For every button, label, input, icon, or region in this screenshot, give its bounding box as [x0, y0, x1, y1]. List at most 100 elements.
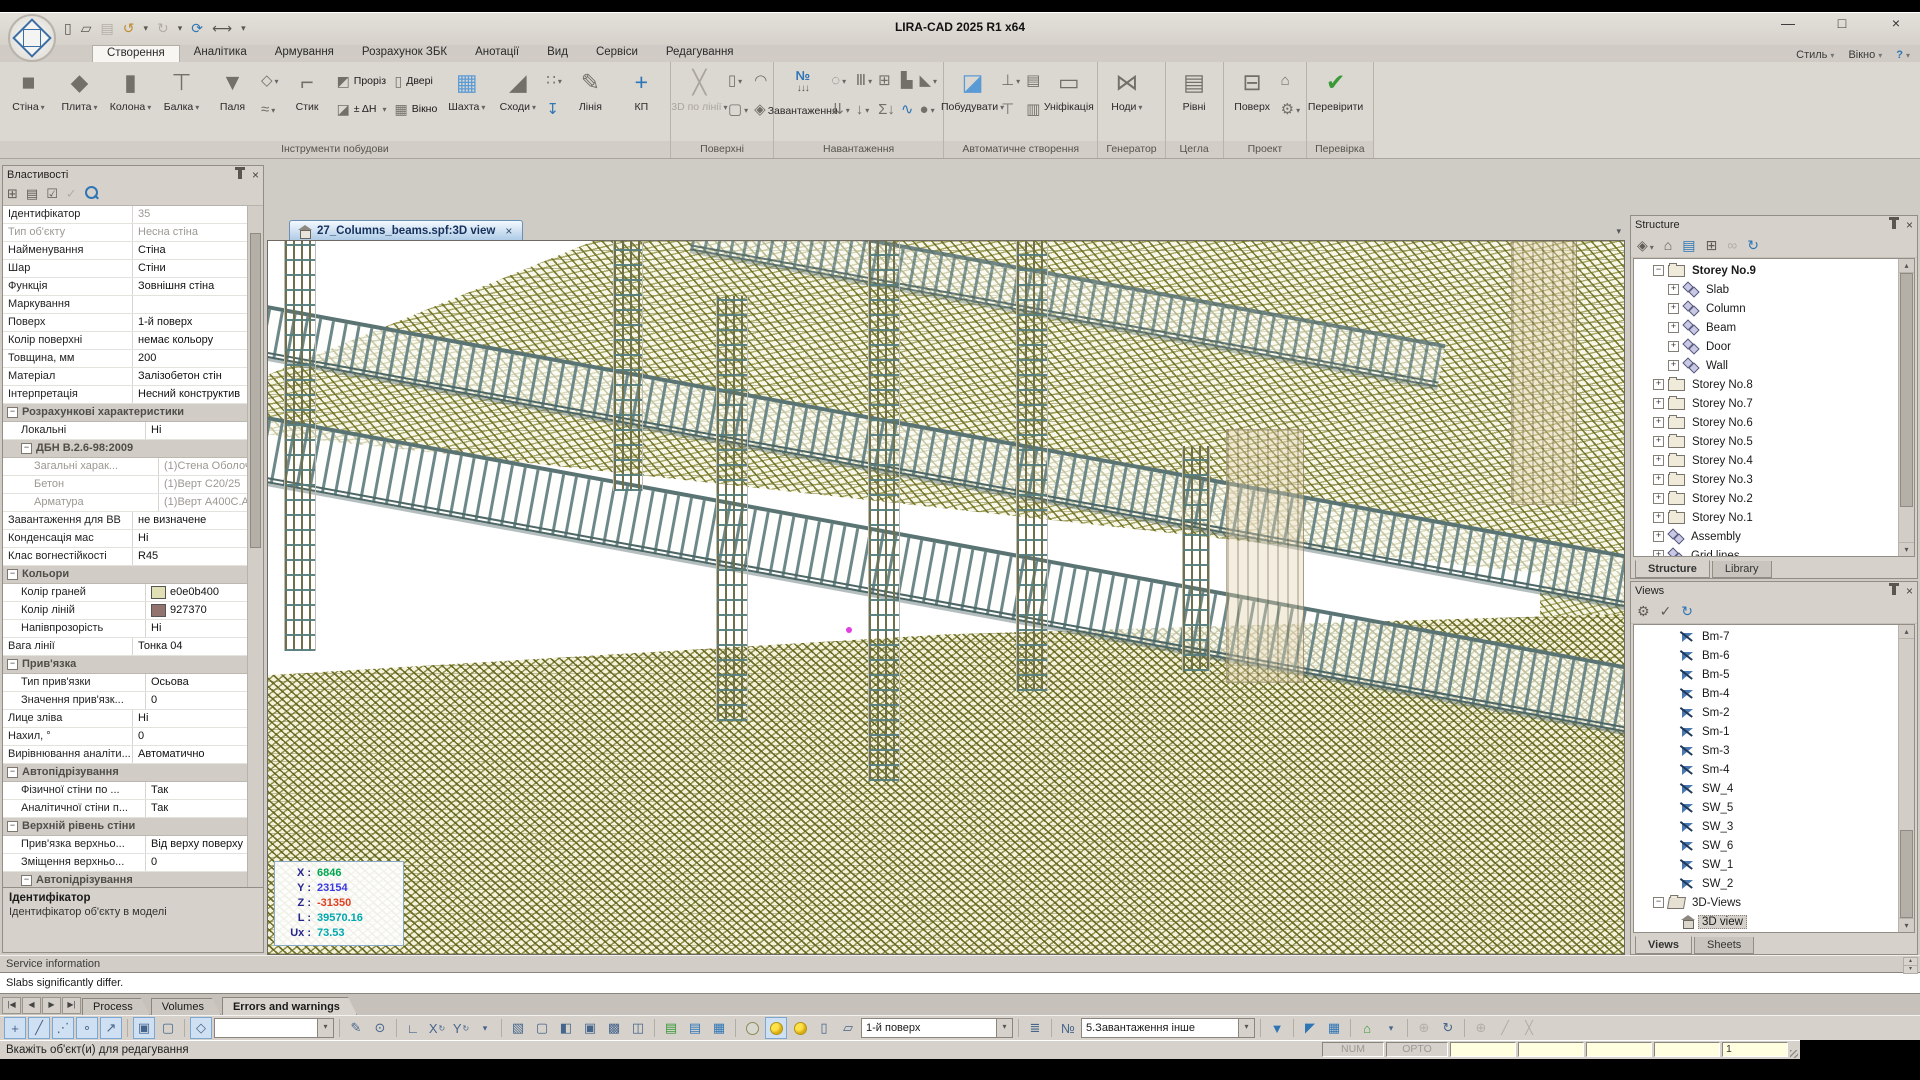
views-list-item[interactable]: Sm-1 [1634, 722, 1898, 741]
build-button[interactable]: ◪Побудувати▾ [948, 64, 997, 114]
nav-next-icon[interactable]: ▶ [42, 997, 61, 1014]
property-value[interactable]: Осьова [146, 674, 247, 691]
nav-prev-icon[interactable]: ◀ [22, 997, 41, 1014]
minimize-button[interactable]: — [1776, 15, 1800, 31]
tab-Аналітика[interactable]: Аналітика [180, 45, 261, 62]
dropdown-icon[interactable]: ▾ [317, 1019, 333, 1037]
views-list-item[interactable]: −3D-Views [1634, 893, 1898, 912]
unification-button[interactable]: ▭Уніфікація [1044, 64, 1093, 113]
property-row[interactable]: Колір поверхнінемає кольору [3, 332, 247, 350]
load-wall-icon[interactable]: ▙ [899, 70, 916, 92]
property-row[interactable]: Бетон(1)Верт С20/25 [3, 476, 247, 494]
beam-button[interactable]: ⊤Балка▾ [157, 64, 206, 114]
view-hidden-icon[interactable]: ▢ [531, 1017, 553, 1039]
view-realistic-icon[interactable]: ▣ [579, 1017, 601, 1039]
collapse-icon[interactable]: − [7, 659, 18, 670]
window-button[interactable]: ▦Вікно [392, 99, 441, 119]
ortho-icon[interactable]: ∟ [402, 1017, 424, 1039]
expand-icon[interactable]: + [1653, 493, 1664, 504]
property-value[interactable]: Так [146, 800, 247, 817]
property-row[interactable]: Ідентифікатор35 [3, 206, 247, 224]
expand-icon[interactable]: + [1668, 303, 1679, 314]
scroll-down-icon[interactable]: ▾ [1899, 542, 1914, 556]
wall-surface-icon[interactable]: ▯▾ [726, 70, 750, 92]
property-value[interactable]: Ні [133, 530, 247, 547]
view-settings-icon[interactable]: ▩ [603, 1017, 625, 1039]
views-list-item[interactable]: SW_1 [1634, 855, 1898, 874]
property-row[interactable]: Вирівнювання аналіти...Автоматично [3, 746, 247, 764]
door-button[interactable]: ▯Двері [392, 71, 441, 91]
structure-tree-item[interactable]: +Storey No.5 [1634, 432, 1898, 451]
menu-Вікно[interactable]: Вікно▾ [1848, 49, 1882, 61]
spec-check-icon[interactable]: ▥ [1024, 99, 1042, 121]
structure-tree-item[interactable]: +Storey No.4 [1634, 451, 1898, 470]
joint-button[interactable]: ⌐Стик [283, 64, 332, 113]
property-value[interactable]: немає кольору [133, 332, 247, 349]
collapse-icon[interactable]: − [21, 443, 32, 454]
close-tab-icon[interactable]: × [505, 224, 512, 238]
property-value[interactable]: (1)Верт А400С.А40... [159, 494, 247, 511]
expand-icon[interactable]: + [1653, 417, 1664, 428]
house-icon[interactable]: ⌂ [1279, 70, 1302, 92]
property-value[interactable]: Так [146, 782, 247, 799]
property-row[interactable]: Колір ліній927370 [3, 602, 247, 620]
expand-icon[interactable]: + [1653, 379, 1664, 390]
property-value[interactable]: Ні [133, 710, 247, 727]
structure-tree-item[interactable]: +Storey No.2 [1634, 489, 1898, 508]
structure-tree-item[interactable]: +Slab [1634, 280, 1898, 299]
property-value[interactable]: не визначене [133, 512, 247, 529]
wall-button[interactable]: ■Стіна▾ [4, 64, 53, 114]
move-copy-icon[interactable]: ⊕ [1470, 1017, 1492, 1039]
storey-combo[interactable]: 1-й поверх▾ [861, 1018, 1013, 1038]
expand-icon[interactable]: + [1668, 341, 1679, 352]
structure-tree-item[interactable]: +Assembly [1634, 527, 1898, 546]
workplane-icon[interactable]: ◇ [190, 1017, 212, 1039]
property-value[interactable]: Стіна [133, 242, 247, 259]
structure-tree-item[interactable]: +Storey No.8 [1634, 375, 1898, 394]
rotate-more-icon[interactable]: ▾ [474, 1017, 496, 1039]
object-visibility-icon[interactable]: ▯ [813, 1017, 835, 1039]
property-value[interactable]: Ні [146, 620, 247, 637]
property-row[interactable]: Нахил, °0 [3, 728, 247, 746]
property-row[interactable]: НапівпрозорістьНі [3, 620, 247, 638]
slab-button[interactable]: ◆Плита▾ [55, 64, 104, 114]
levels-button[interactable]: ▤Рівні [1170, 64, 1219, 113]
grid-table-icon[interactable]: ▦ [708, 1017, 730, 1039]
group-filter-icon[interactable]: ◈▾ [1637, 237, 1654, 254]
book-blue-icon[interactable]: ▤ [684, 1017, 706, 1039]
scrollbar-thumb[interactable] [1900, 830, 1913, 918]
collapse-icon[interactable]: − [7, 569, 18, 580]
views-list-item[interactable]: SW_2 [1634, 874, 1898, 893]
refresh-icon[interactable]: ↻ [1681, 603, 1693, 620]
views-list-item[interactable]: SW_3 [1634, 817, 1898, 836]
property-section[interactable]: −Кольори [3, 566, 247, 584]
tab-Сервіси[interactable]: Сервіси [582, 45, 652, 62]
views-list-item[interactable]: 3D view [1634, 912, 1898, 931]
dropdown-icon[interactable]: ▾ [1238, 1019, 1254, 1037]
scroll-down-icon[interactable]: ▾ [1899, 918, 1914, 932]
storey-visibility-icon[interactable]: ▱ [837, 1017, 859, 1039]
column-button[interactable]: ▮Колона▾ [106, 64, 155, 114]
check-model-button[interactable]: ✔Перевірити [1311, 64, 1360, 113]
views-list-item[interactable]: Bm-7 [1634, 627, 1898, 646]
expand-icon[interactable]: + [1653, 436, 1664, 447]
property-row[interactable]: Вага лініїТонка 04 [3, 638, 247, 656]
stairs-button[interactable]: ◢Сходи▾ [493, 64, 542, 114]
shaft-button[interactable]: ▦Шахта▾ [442, 64, 491, 114]
property-value[interactable]: R45 [133, 548, 247, 565]
book-green-icon[interactable]: ▤ [660, 1017, 682, 1039]
property-value[interactable]: Несна стіна [133, 224, 247, 241]
scrollbar-thumb[interactable] [1900, 273, 1913, 507]
apply-icon[interactable]: ✓ [1660, 603, 1672, 620]
property-row[interactable]: Аналітичної стіни п...Так [3, 800, 247, 818]
snap-line-icon[interactable]: ╱ [28, 1017, 50, 1039]
expand-icon[interactable]: + [1653, 455, 1664, 466]
maximize-button[interactable]: □ [1830, 15, 1854, 31]
structure-tree-item[interactable]: +Storey No.7 [1634, 394, 1898, 413]
property-value[interactable]: 927370 [146, 602, 247, 619]
views-tab-Views[interactable]: Views [1635, 936, 1692, 954]
delta-h-button[interactable]: ◪± ΔН▾ [334, 99, 390, 119]
tab-Розрахунок ЗБК[interactable]: Розрахунок ЗБК [348, 45, 461, 62]
expand-icon[interactable]: − [1653, 897, 1664, 908]
crane-icon[interactable]: ⊤ [999, 99, 1022, 121]
